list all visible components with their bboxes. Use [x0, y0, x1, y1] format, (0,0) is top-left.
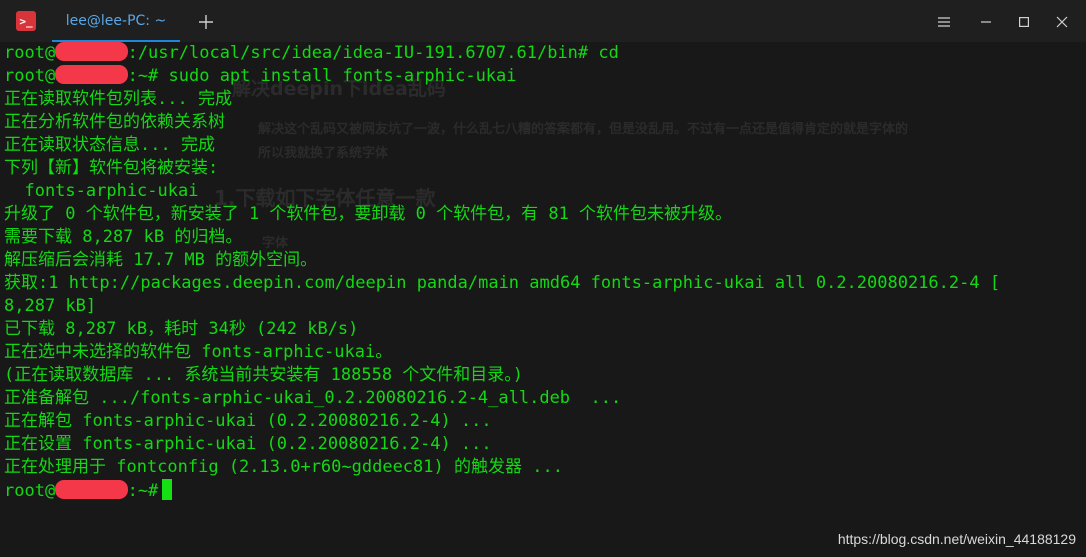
terminal-window: >_ lee@lee-PC: ~ 解决deepin下idea乱码 解决这个乱码又… [0, 0, 1086, 557]
tab-terminal[interactable]: lee@lee-PC: ~ [52, 0, 180, 42]
terminal-line: 正在选中未选择的软件包 fonts-arphic-ukai。 [4, 341, 1084, 364]
terminal-line: root@lee-PC:~# sudo apt install fonts-ar… [4, 65, 1084, 88]
prompt-user: root@ [4, 481, 56, 501]
menu-button[interactable] [930, 8, 958, 36]
terminal-line-text: 升级了 0 个软件包，新安装了 1 个软件包，要卸载 0 个软件包，有 81 个… [4, 204, 733, 224]
terminal-line-text: 正在分析软件包的依赖关系树 [4, 112, 225, 132]
prompt-symbol: :~# [127, 481, 159, 501]
terminal-output: root@lee-PC:/usr/local/src/idea/idea-IU-… [4, 42, 1084, 502]
prompt-user: root@ [4, 43, 56, 63]
minimize-icon [981, 21, 991, 23]
terminal-line: 正准备解包 .../fonts-arphic-ukai_0.2.20080216… [4, 387, 1084, 410]
watermark: https://blog.csdn.net/weixin_44188129 [837, 531, 1076, 547]
maximize-icon [1019, 17, 1029, 27]
terminal-line: 正在处理用于 fontconfig (2.13.0+r60~gddeec81) … [4, 456, 1084, 479]
minimize-button[interactable] [972, 8, 1000, 36]
terminal-line-text: (正在读取数据库 ... 系统当前共安装有 188558 个文件和目录。) [4, 365, 524, 385]
redacted-hostname: lee-PC [55, 65, 128, 84]
plus-icon [199, 15, 213, 29]
close-icon [1056, 16, 1068, 28]
terminal-line-text: 正在设置 fonts-arphic-ukai (0.2.20080216.2-4… [4, 434, 492, 454]
terminal-body[interactable]: 解决deepin下idea乱码 解决这个乱码又被网友坑了一波，什么乱七八糟的答案… [0, 42, 1086, 557]
terminal-line: (正在读取数据库 ... 系统当前共安装有 188558 个文件和目录。) [4, 364, 1084, 387]
terminal-line: 解压缩后会消耗 17.7 MB 的额外空间。 [4, 249, 1084, 272]
terminal-line-text: 正在读取软件包列表... 完成 [4, 89, 232, 109]
terminal-line: fonts-arphic-ukai [4, 180, 1084, 203]
terminal-line-text: 下列【新】软件包将被安装: [4, 158, 219, 178]
terminal-line: 正在读取状态信息... 完成 [4, 134, 1084, 157]
terminal-line: 正在读取软件包列表... 完成 [4, 88, 1084, 111]
terminal-line-text: 正在处理用于 fontconfig (2.13.0+r60~gddeec81) … [4, 457, 563, 477]
terminal-line-text: 解压缩后会消耗 17.7 MB 的额外空间。 [4, 250, 318, 270]
terminal-icon[interactable]: >_ [16, 11, 36, 31]
prompt-user: root@ [4, 66, 56, 86]
terminal-line-text: 8,287 kB] [4, 296, 97, 316]
redacted-hostname: lee-PC [55, 42, 128, 61]
redacted-hostname: lee-PC [55, 480, 128, 499]
prompt-line[interactable]: root@lee-PC:~# [4, 479, 1084, 502]
terminal-line-text: fonts-arphic-ukai [4, 181, 199, 201]
title-bar: >_ lee@lee-PC: ~ [0, 0, 1086, 43]
terminal-line-text: 正在读取状态信息... 完成 [4, 135, 215, 155]
terminal-line: 正在解包 fonts-arphic-ukai (0.2.20080216.2-4… [4, 410, 1084, 433]
terminal-line: 正在设置 fonts-arphic-ukai (0.2.20080216.2-4… [4, 433, 1084, 456]
terminal-line-text: 已下载 8,287 kB，耗时 34秒 (242 kB/s) [4, 319, 359, 339]
terminal-line-text: 正准备解包 .../fonts-arphic-ukai_0.2.20080216… [4, 388, 622, 408]
maximize-button[interactable] [1010, 8, 1038, 36]
terminal-line-text: 需要下载 8,287 kB 的归档。 [4, 227, 243, 247]
terminal-line-text: 正在解包 fonts-arphic-ukai (0.2.20080216.2-4… [4, 411, 492, 431]
new-tab-button[interactable] [192, 8, 220, 36]
terminal-line: 需要下载 8,287 kB 的归档。 [4, 226, 1084, 249]
tab-label: lee@lee-PC: ~ [65, 13, 167, 29]
hamburger-menu-icon [938, 17, 950, 27]
terminal-line: 升级了 0 个软件包，新安装了 1 个软件包，要卸载 0 个软件包，有 81 个… [4, 203, 1084, 226]
terminal-line: root@lee-PC:/usr/local/src/idea/idea-IU-… [4, 42, 1084, 65]
close-button[interactable] [1048, 8, 1076, 36]
text-cursor [162, 479, 173, 500]
command-text: :/usr/local/src/idea/idea-IU-191.6707.61… [127, 43, 619, 63]
terminal-line: 下列【新】软件包将被安装: [4, 157, 1084, 180]
terminal-line: 8,287 kB] [4, 295, 1084, 318]
terminal-line-text: 获取:1 http://packages.deepin.com/deepin p… [4, 273, 1001, 293]
terminal-line: 正在分析软件包的依赖关系树 [4, 111, 1084, 134]
terminal-line-text: 正在选中未选择的软件包 fonts-arphic-ukai。 [4, 342, 393, 362]
terminal-line: 已下载 8,287 kB，耗时 34秒 (242 kB/s) [4, 318, 1084, 341]
terminal-line: 获取:1 http://packages.deepin.com/deepin p… [4, 272, 1084, 295]
command-text: :~# sudo apt install fonts-arphic-ukai [127, 66, 517, 86]
